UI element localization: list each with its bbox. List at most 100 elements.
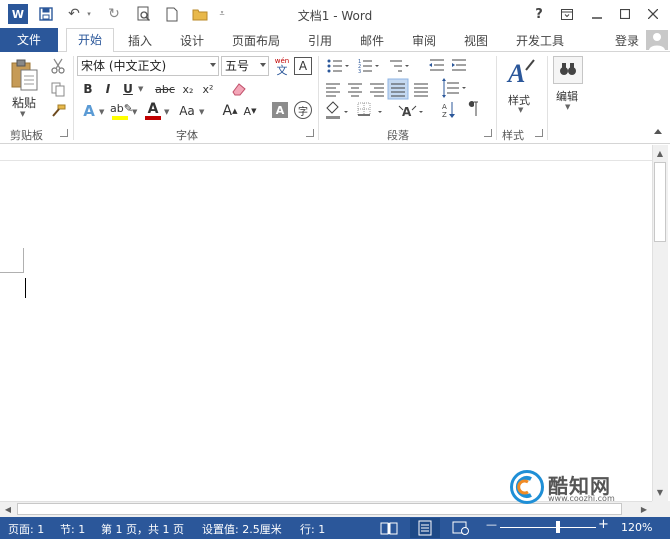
character-shading-button[interactable]: A: [272, 102, 288, 118]
styles-button[interactable]: A 样式 ▼: [506, 56, 536, 116]
align-left-icon[interactable]: [326, 83, 340, 97]
tab-insert[interactable]: 插入: [122, 30, 158, 54]
font-color-button[interactable]: A: [144, 102, 162, 120]
borders-icon[interactable]: [357, 102, 382, 116]
font-name-dropdown-icon[interactable]: [210, 63, 216, 67]
read-mode-button[interactable]: [380, 520, 398, 536]
numbering-icon[interactable]: 1 2 3: [358, 59, 379, 75]
paragraph-launcher-icon[interactable]: [484, 129, 492, 137]
paste-dropdown-icon[interactable]: ▼: [20, 110, 25, 118]
asian-layout-icon[interactable]: A: [398, 105, 423, 119]
minimize-button[interactable]: [586, 4, 608, 24]
help-button[interactable]: ?: [528, 4, 550, 24]
zoom-slider-track[interactable]: [500, 527, 596, 528]
scroll-down-icon[interactable]: ▼: [653, 485, 667, 499]
multilevel-list-icon[interactable]: [390, 60, 409, 72]
highlight-button[interactable]: ab✎: [110, 102, 133, 120]
status-page[interactable]: 页面: 1: [8, 521, 44, 537]
clipboard-group-label: 剪贴板: [10, 129, 43, 142]
shading-icon[interactable]: [326, 101, 348, 119]
editing-label[interactable]: 编辑: [556, 88, 578, 104]
zoom-slider-thumb[interactable]: [555, 521, 560, 533]
change-case-button[interactable]: Aa: [176, 102, 198, 120]
phonetic-guide-button[interactable]: wén 文: [272, 55, 292, 79]
login-link[interactable]: 登录: [609, 30, 645, 54]
scroll-up-icon[interactable]: ▲: [653, 146, 667, 160]
status-line[interactable]: 行: 1: [300, 521, 325, 537]
grow-font-button[interactable]: A ▲: [222, 102, 238, 120]
tab-file[interactable]: 文件: [0, 28, 58, 52]
scroll-left-icon[interactable]: ◀: [1, 502, 15, 516]
styles-launcher-icon[interactable]: [535, 129, 543, 137]
scroll-right-icon[interactable]: ▶: [637, 502, 651, 516]
tab-design[interactable]: 设计: [174, 30, 210, 54]
tab-mailings[interactable]: 邮件: [354, 30, 390, 54]
tab-developer[interactable]: 开发工具: [510, 30, 570, 54]
zoom-level[interactable]: 120%: [621, 521, 652, 534]
vertical-scroll-thumb[interactable]: [654, 162, 666, 242]
show-marks-icon[interactable]: [468, 101, 478, 116]
text-effects-dropdown-icon[interactable]: ▼: [99, 108, 104, 116]
enclose-characters-button[interactable]: 字: [294, 101, 312, 119]
tab-references[interactable]: 引用: [302, 30, 338, 54]
increase-indent-icon[interactable]: [452, 59, 466, 71]
tab-view[interactable]: 视图: [458, 30, 494, 54]
text-effects-button[interactable]: A: [80, 102, 98, 120]
zoom-in-button[interactable]: +: [598, 517, 609, 532]
clear-formatting-button[interactable]: [230, 80, 248, 98]
close-button[interactable]: [642, 4, 664, 24]
zoom-out-button[interactable]: —: [486, 518, 497, 531]
tab-review[interactable]: 审阅: [406, 30, 442, 54]
font-name-combobox[interactable]: 宋体 (中文正文): [77, 56, 219, 76]
status-section[interactable]: 节: 1: [60, 521, 85, 537]
editing-button[interactable]: [553, 56, 583, 84]
change-case-dropdown-icon[interactable]: ▼: [199, 108, 204, 116]
underline-dropdown-icon[interactable]: ▼: [138, 85, 143, 93]
collapse-ribbon-icon[interactable]: [654, 129, 662, 134]
status-page-of[interactable]: 第 1 页，共 1 页: [101, 521, 184, 537]
font-size-combobox[interactable]: 五号: [221, 56, 269, 76]
font-color-dropdown-icon[interactable]: ▼: [164, 108, 169, 116]
decrease-indent-icon[interactable]: [429, 59, 444, 71]
avatar[interactable]: [646, 30, 668, 50]
justify-icon[interactable]: [387, 78, 409, 100]
shrink-font-button[interactable]: A ▼: [242, 102, 258, 120]
clipboard-launcher-icon[interactable]: [60, 129, 68, 137]
italic-button[interactable]: I: [100, 80, 116, 98]
align-right-icon[interactable]: [370, 83, 384, 97]
horizontal-scroll-thumb[interactable]: [17, 503, 622, 515]
bold-button[interactable]: B: [80, 80, 96, 98]
coozhi-logo-icon: [515, 476, 532, 498]
tab-page-layout[interactable]: 页面布局: [226, 30, 286, 54]
sort-icon[interactable]: AZ: [442, 102, 455, 119]
distributed-icon[interactable]: [414, 83, 428, 97]
copy-pages-icon: [51, 82, 65, 96]
maximize-button[interactable]: [614, 4, 636, 24]
font-launcher-icon[interactable]: [306, 129, 314, 137]
bullets-icon[interactable]: [327, 59, 350, 73]
ribbon-display-options-button[interactable]: [556, 4, 578, 24]
font-size-dropdown-icon[interactable]: [260, 63, 266, 67]
styles-group-label: 样式: [502, 129, 524, 142]
align-center-icon[interactable]: [348, 83, 362, 97]
styles-dropdown-icon[interactable]: ▼: [518, 106, 523, 114]
format-painter-icon[interactable]: [48, 101, 68, 121]
status-setting[interactable]: 设置值: 2.5厘米: [202, 521, 282, 537]
superscript-button[interactable]: x²: [200, 80, 216, 98]
document-area[interactable]: [0, 145, 652, 501]
paste-label[interactable]: 粘贴: [12, 94, 36, 111]
tab-home[interactable]: 开始: [66, 28, 114, 53]
paste-button[interactable]: [8, 58, 40, 94]
cut-icon[interactable]: [48, 56, 68, 76]
strikethrough-button[interactable]: abc: [152, 80, 178, 98]
character-border-button[interactable]: A: [294, 57, 312, 75]
web-layout-button[interactable]: [452, 520, 470, 536]
subscript-button[interactable]: x₂: [180, 80, 196, 98]
underline-button[interactable]: U: [120, 80, 136, 98]
highlight-dropdown-icon[interactable]: ▼: [132, 108, 137, 116]
copy-icon[interactable]: [48, 79, 68, 99]
print-layout-button[interactable]: [410, 518, 440, 538]
line-spacing-icon[interactable]: [442, 78, 466, 98]
group-divider: [318, 56, 319, 140]
editing-dropdown-icon[interactable]: ▼: [565, 103, 570, 111]
